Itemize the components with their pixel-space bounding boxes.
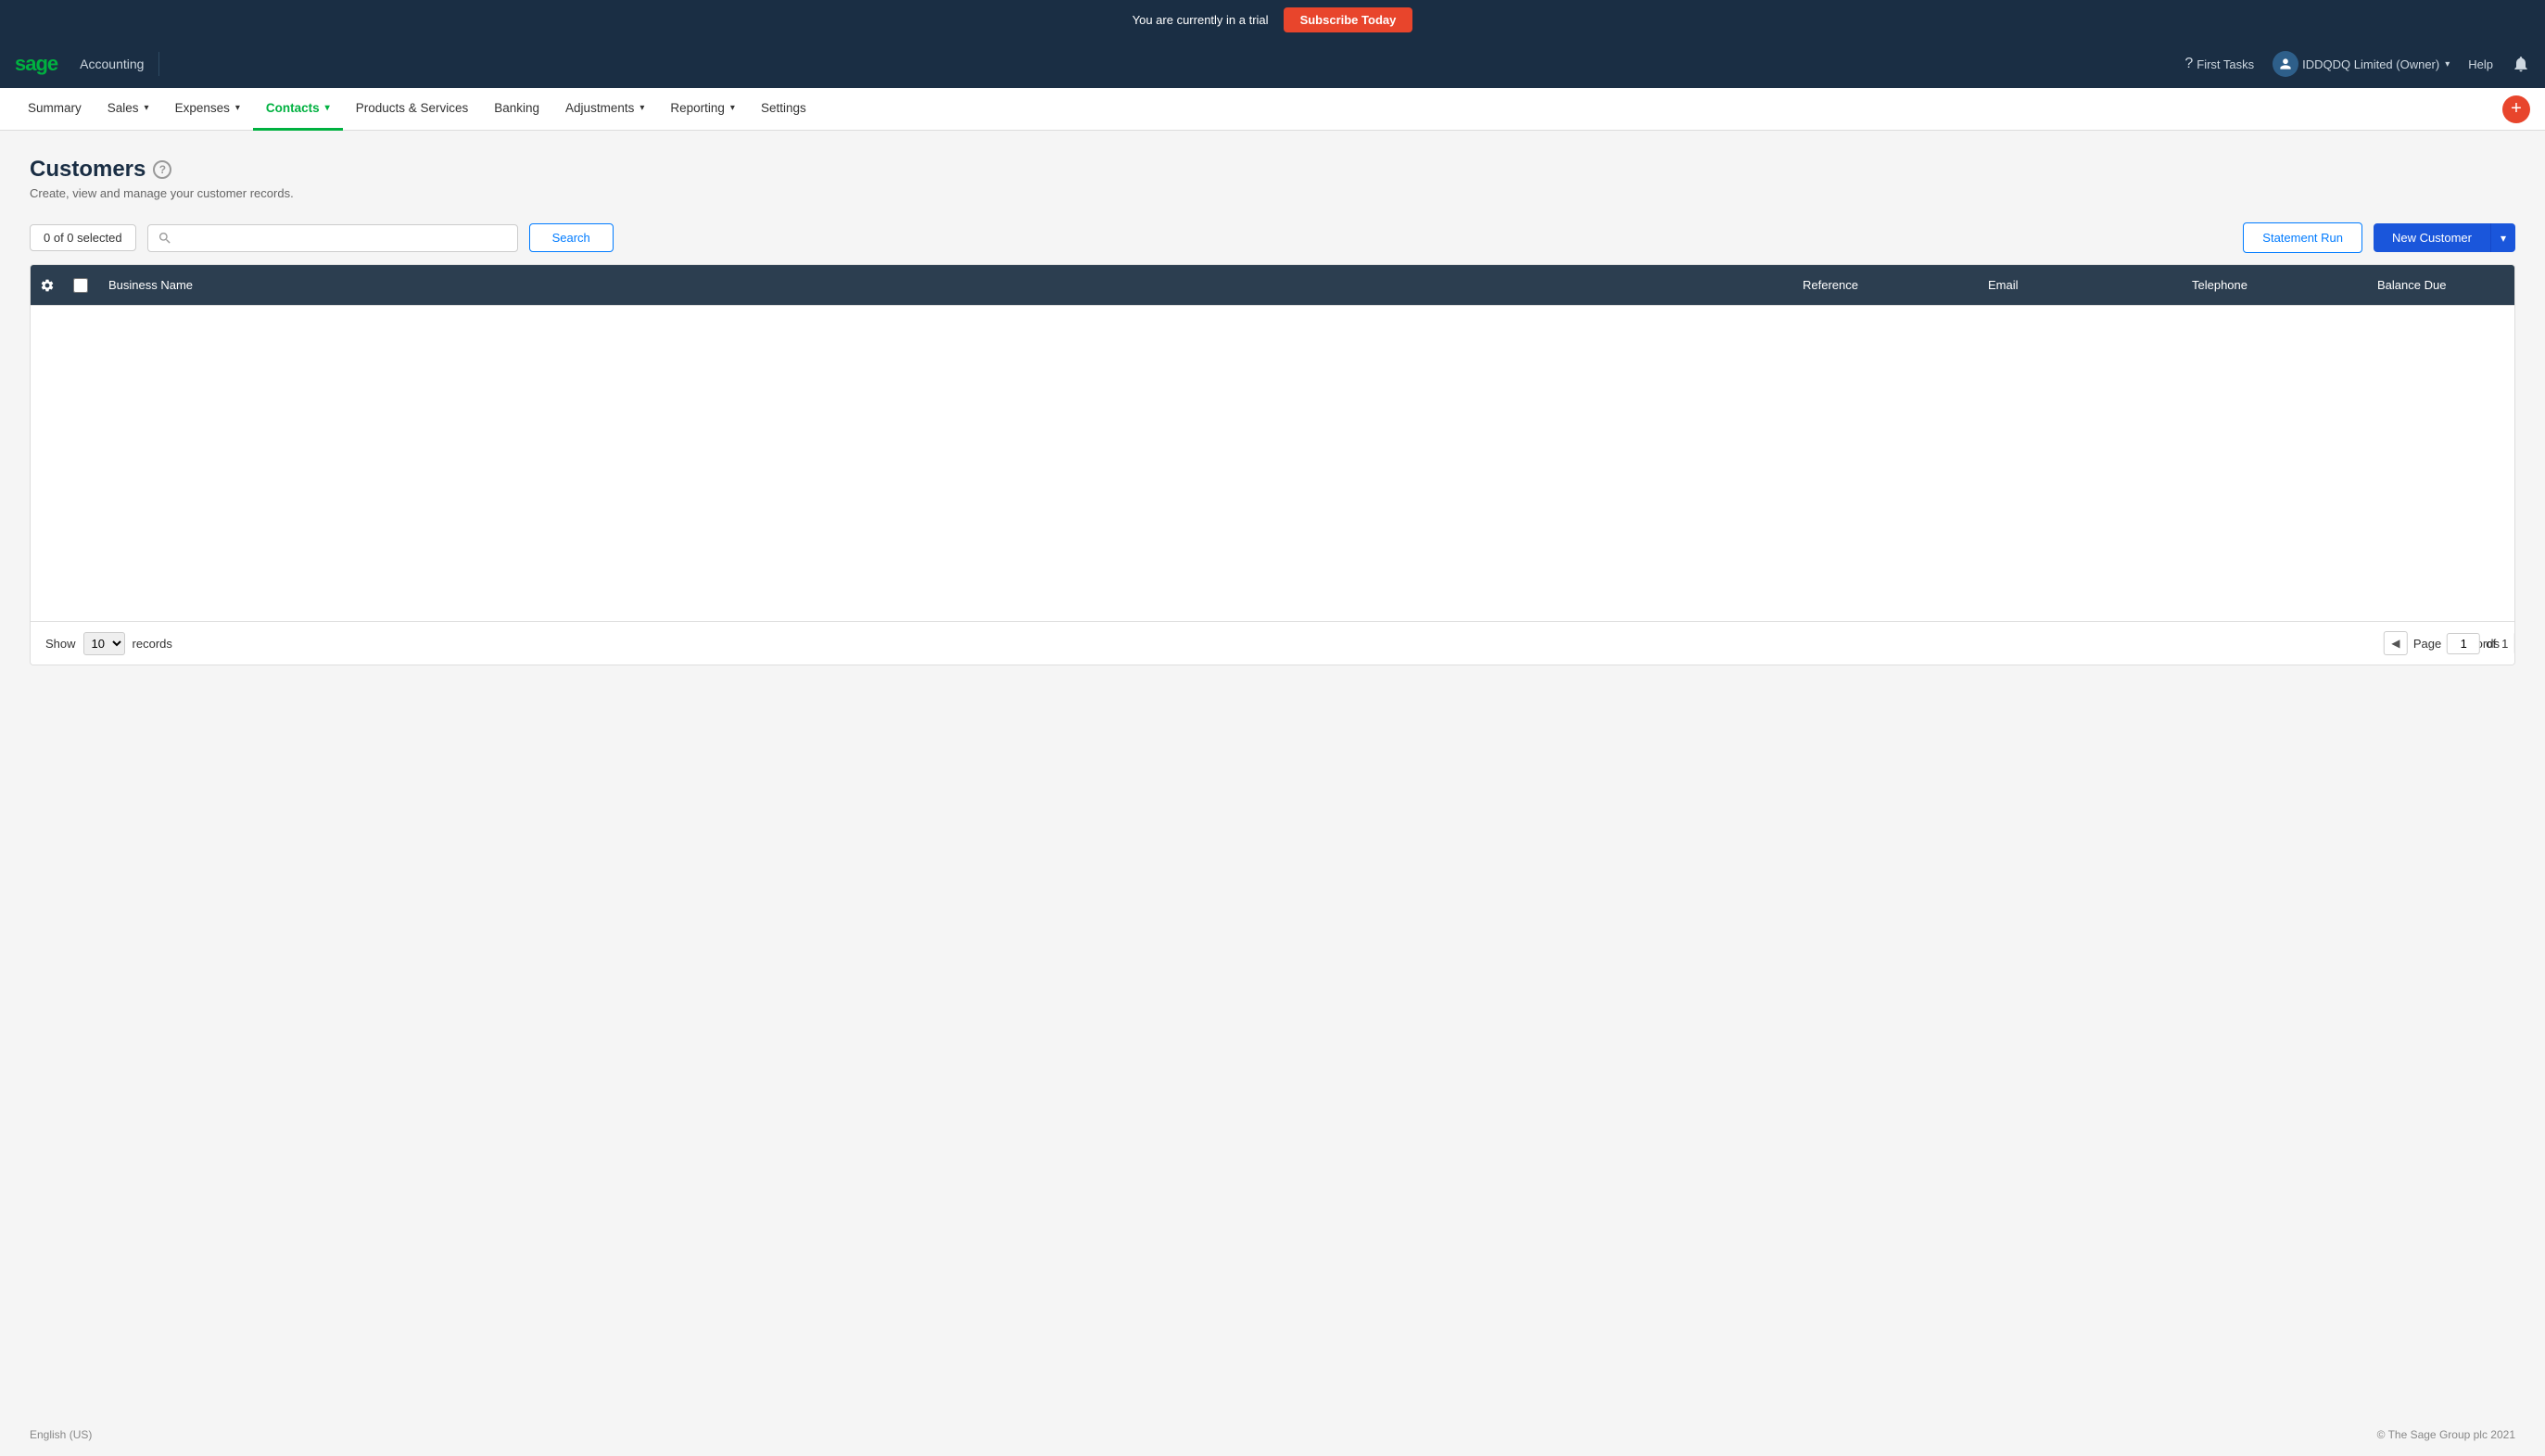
search-wrapper bbox=[147, 224, 518, 252]
page-content: Customers ? Create, view and manage your… bbox=[0, 131, 2545, 1413]
expenses-chevron-icon: ▾ bbox=[235, 103, 240, 113]
subscribe-button[interactable]: Subscribe Today bbox=[1284, 7, 1413, 32]
nav-contacts[interactable]: Contacts ▾ bbox=[253, 88, 343, 131]
main-navigation: Summary Sales ▾ Expenses ▾ Contacts ▾ Pr… bbox=[0, 88, 2545, 131]
table-body bbox=[31, 306, 2514, 621]
statement-run-button[interactable]: Statement Run bbox=[2243, 222, 2362, 253]
reporting-chevron-icon: ▾ bbox=[730, 103, 735, 113]
new-customer-chevron-icon: ▾ bbox=[2501, 232, 2506, 245]
nav-reporting[interactable]: Reporting ▾ bbox=[657, 88, 748, 131]
language-selector[interactable]: English (US) bbox=[30, 1428, 92, 1441]
nav-sales[interactable]: Sales ▾ bbox=[95, 88, 162, 131]
trial-message: You are currently in a trial bbox=[1133, 13, 1269, 27]
table-header-row: Business Name Reference Email Telephone … bbox=[31, 265, 2514, 306]
notifications-icon[interactable] bbox=[2512, 55, 2530, 73]
pagination-controls: ◀ Page of 1 ▶ bbox=[2384, 631, 2515, 655]
user-name: IDDQDQ Limited (Owner) bbox=[2302, 57, 2439, 71]
new-customer-dropdown-button[interactable]: ▾ bbox=[2490, 223, 2515, 252]
top-navigation: sage Accounting ? First Tasks IDDQDQ Lim… bbox=[0, 40, 2545, 88]
nav-products-services[interactable]: Products & Services bbox=[343, 88, 482, 131]
question-icon: ? bbox=[2184, 56, 2193, 72]
logo-area: sage Accounting bbox=[15, 52, 159, 76]
copyright: © The Sage Group plc 2021 bbox=[2377, 1428, 2515, 1441]
customers-table: Business Name Reference Email Telephone … bbox=[30, 264, 2515, 665]
adjustments-chevron-icon: ▾ bbox=[639, 103, 644, 113]
next-page-button[interactable]: ▶ bbox=[2513, 631, 2515, 655]
search-icon bbox=[158, 231, 172, 246]
page-subtitle: Create, view and manage your customer re… bbox=[30, 186, 2515, 200]
col-header-balance-due: Balance Due bbox=[2366, 267, 2514, 303]
total-pages: 1 bbox=[2501, 637, 2508, 651]
search-button[interactable]: Search bbox=[529, 223, 614, 252]
nav-banking[interactable]: Banking bbox=[481, 88, 552, 131]
page-title-row: Customers ? bbox=[30, 157, 2515, 183]
app-name: Accounting bbox=[69, 57, 144, 71]
quick-add-button[interactable]: + bbox=[2502, 95, 2530, 123]
records-label: records bbox=[133, 637, 172, 651]
user-menu[interactable]: IDDQDQ Limited (Owner) ▾ bbox=[2273, 51, 2450, 77]
sage-logo: sage bbox=[15, 52, 57, 76]
help-link[interactable]: Help bbox=[2468, 57, 2493, 71]
page-label: Page bbox=[2413, 637, 2441, 651]
prev-page-button[interactable]: ◀ bbox=[2384, 631, 2408, 655]
col-header-reference: Reference bbox=[1792, 267, 1977, 303]
user-chevron-icon: ▾ bbox=[2445, 59, 2450, 70]
search-input[interactable] bbox=[180, 231, 508, 245]
table-footer: Show 10 25 50 records ◀ Page of 1 ▶ 0 re… bbox=[31, 621, 2514, 665]
nav-expenses[interactable]: Expenses ▾ bbox=[162, 88, 253, 131]
first-tasks-link[interactable]: ? First Tasks bbox=[2184, 56, 2254, 72]
top-nav-right: ? First Tasks IDDQDQ Limited (Owner) ▾ H… bbox=[2184, 51, 2530, 77]
records-per-page-select[interactable]: 10 25 50 bbox=[83, 632, 125, 655]
page-footer: English (US) © The Sage Group plc 2021 bbox=[0, 1413, 2545, 1456]
col-header-business-name: Business Name bbox=[97, 267, 1792, 303]
select-all-checkbox[interactable] bbox=[73, 278, 88, 293]
column-settings-icon[interactable] bbox=[31, 278, 64, 293]
user-avatar bbox=[2273, 51, 2298, 77]
sales-chevron-icon: ▾ bbox=[145, 103, 149, 113]
selected-count-badge: 0 of 0 selected bbox=[30, 224, 136, 251]
table-controls: 0 of 0 selected Search Statement Run New… bbox=[30, 222, 2515, 253]
of-label: of bbox=[2486, 637, 2496, 651]
nav-adjustments[interactable]: Adjustments ▾ bbox=[552, 88, 657, 131]
current-page-input[interactable] bbox=[2447, 633, 2480, 654]
help-tooltip-icon[interactable]: ? bbox=[153, 160, 171, 179]
col-header-email: Email bbox=[1977, 267, 2181, 303]
select-all-checkbox-wrapper[interactable] bbox=[64, 278, 97, 293]
page-title: Customers bbox=[30, 157, 146, 183]
new-customer-button[interactable]: New Customer bbox=[2374, 223, 2490, 252]
contacts-chevron-icon: ▾ bbox=[325, 103, 330, 113]
col-header-telephone: Telephone bbox=[2181, 267, 2366, 303]
nav-settings[interactable]: Settings bbox=[748, 88, 819, 131]
new-customer-group: New Customer ▾ bbox=[2374, 223, 2515, 252]
trial-banner: You are currently in a trial Subscribe T… bbox=[0, 0, 2545, 40]
show-label: Show bbox=[45, 637, 76, 651]
nav-summary[interactable]: Summary bbox=[15, 88, 95, 131]
